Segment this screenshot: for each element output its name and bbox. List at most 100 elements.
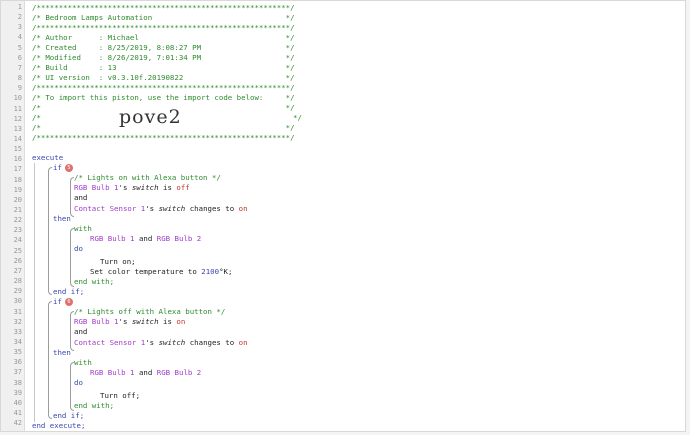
- line-number: 4: [17, 33, 22, 42]
- and-text: and: [134, 234, 157, 243]
- line-number: 28: [13, 277, 22, 286]
- line-number-gutter: 1 2 3 4 5 6 7 8 9 10 11 12 13 14 15 16 17 18 19 20 21 22 23 24 2…: [1, 1, 25, 431]
- with-keyword-2[interactable]: with: [74, 358, 92, 367]
- task-set-color-temp[interactable]: Set color temperature to 2100°K;: [90, 267, 232, 276]
- line-number: 39: [13, 388, 22, 397]
- header-ui-version: /* UI version : v0.3.10f.20190822 */: [32, 73, 295, 82]
- line-number: 35: [13, 348, 22, 357]
- possessive-text: 's: [145, 338, 159, 347]
- if-bracket-2: [48, 301, 52, 419]
- line-number: 40: [13, 398, 22, 407]
- value-on: on: [238, 338, 248, 347]
- if-badge-2: 6: [64, 298, 73, 306]
- header-blank-2-left: /*: [32, 113, 41, 122]
- device-rgb-bulb-1: RGB Bulb 1: [90, 234, 135, 243]
- header-border-top: /***************************************…: [32, 3, 295, 12]
- operator-changes-to: changes to: [185, 338, 239, 347]
- line-number: 3: [17, 23, 22, 32]
- condition-2b[interactable]: Contact Sensor 1's switch changes to on: [74, 338, 248, 347]
- value-on: on: [238, 204, 248, 213]
- condition-2a[interactable]: RGB Bulb 1's switch is on: [74, 317, 185, 326]
- execute-keyword[interactable]: execute: [32, 153, 63, 162]
- then-keyword-2[interactable]: then: [53, 348, 71, 357]
- line-number: 10: [13, 94, 22, 103]
- line-number: 18: [13, 175, 22, 184]
- condition-1b[interactable]: Contact Sensor 1's switch changes to on: [74, 204, 248, 213]
- task-turn-on[interactable]: Turn on;: [100, 257, 136, 266]
- header-import-note: /* To import this piston, use the import…: [32, 93, 295, 102]
- header-title: /* Bedroom Lamps Automation */: [32, 13, 295, 22]
- line-number: 13: [13, 124, 22, 133]
- line-number: 9: [17, 84, 22, 93]
- line-number: 16: [13, 155, 22, 164]
- line-number: 32: [13, 317, 22, 326]
- device-rgb-bulb-2: RGB Bulb 2: [156, 234, 202, 243]
- line-number: 23: [13, 226, 22, 235]
- line-number: 20: [13, 195, 22, 204]
- line-number: 31: [13, 307, 22, 316]
- line-number: 30: [13, 297, 22, 306]
- with-keyword-1[interactable]: with: [74, 224, 92, 233]
- task-turn-off[interactable]: Turn off;: [100, 391, 140, 400]
- temp-unit: °K;: [219, 267, 233, 276]
- if-statement-2[interactable]: if 6: [53, 297, 73, 306]
- line-number: 5: [17, 43, 22, 52]
- if-bracket-1: [48, 167, 52, 295]
- end-if-1: end if;: [53, 287, 85, 296]
- line-number: 24: [13, 236, 22, 245]
- with-devices-1[interactable]: RGB Bulb 1 and RGB Bulb 2: [90, 234, 201, 243]
- line-number: 6: [17, 53, 22, 62]
- with-devices-2[interactable]: RGB Bulb 1 and RGB Bulb 2: [90, 368, 201, 377]
- device-rgb-bulb-1: RGB Bulb 1: [90, 368, 135, 377]
- line-number: 2: [17, 13, 22, 22]
- operator-is: is: [158, 183, 177, 192]
- value-on: on: [176, 317, 186, 326]
- condition-comment-1: /* Lights on with Alexa button */: [74, 173, 221, 182]
- line-number: 22: [13, 216, 22, 225]
- line-number: 19: [13, 185, 22, 194]
- possessive-text: 's: [145, 204, 159, 213]
- line-number: 37: [13, 368, 22, 377]
- end-execute: end execute;: [32, 421, 86, 430]
- then-keyword-1[interactable]: then: [53, 214, 71, 223]
- header-blank-2-right: */: [293, 113, 302, 122]
- condition-and-1: and: [74, 193, 88, 202]
- if-statement-1[interactable]: if 5: [53, 163, 73, 172]
- header-created: /* Created : 8/25/2019, 8:08:27 PM */: [32, 43, 295, 52]
- line-number: 12: [13, 114, 22, 123]
- header-border-3: /***************************************…: [32, 83, 295, 92]
- condition-1a[interactable]: RGB Bulb 1's switch is off: [74, 183, 190, 192]
- line-number: 36: [13, 358, 22, 367]
- device-rgb-bulb-1: RGB Bulb 1: [74, 183, 119, 192]
- end-with-2: end with;: [74, 401, 115, 410]
- header-author: /* Author : Michael */: [32, 33, 295, 42]
- end-with-1: end with;: [74, 277, 115, 286]
- line-number: 1: [17, 3, 22, 11]
- do-keyword-1[interactable]: do: [74, 244, 83, 253]
- line-number: 21: [13, 206, 22, 214]
- attr-switch: switch: [158, 204, 186, 213]
- line-number: 7: [17, 63, 22, 72]
- operator-changes-to: changes to: [185, 204, 239, 213]
- line-number: 17: [13, 165, 22, 174]
- execute-guide: [34, 163, 35, 422]
- line-number: 34: [13, 337, 22, 346]
- possessive-text: 's: [118, 317, 132, 326]
- if-badge-1: 5: [64, 164, 73, 172]
- attr-switch: switch: [158, 338, 186, 347]
- import-code[interactable]: pove2: [119, 106, 182, 128]
- condition-comment-2: /* Lights off with Alexa button */: [74, 307, 226, 316]
- line-number: 38: [13, 378, 22, 387]
- attr-switch: switch: [131, 183, 159, 192]
- condition-and-2: and: [74, 327, 88, 336]
- header-border-2: /***************************************…: [32, 23, 295, 32]
- temp-value: 2100: [201, 267, 220, 276]
- device-contact-sensor-1: Contact Sensor 1: [74, 204, 146, 213]
- set-color-text: Set color temperature to: [90, 267, 202, 276]
- and-text: and: [134, 368, 157, 377]
- piston-code-panel: 1 2 3 4 5 6 7 8 9 10 11 12 13 14 15 16 17 18 19 20 21 22 23 24 2…: [0, 0, 686, 432]
- line-number: 26: [13, 256, 22, 265]
- line-number: 42: [13, 419, 22, 428]
- line-number: 15: [13, 145, 22, 154]
- do-keyword-2[interactable]: do: [74, 378, 83, 387]
